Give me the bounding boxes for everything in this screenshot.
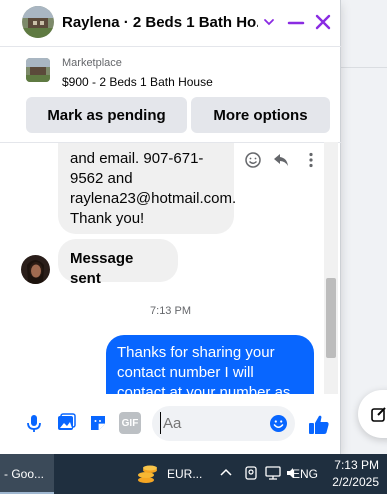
more-vertical-icon[interactable] xyxy=(302,151,320,169)
incoming-message[interactable]: and email. 907-671-9562 and raylena23@ho… xyxy=(58,143,236,234)
taskbar-widget-label[interactable]: EUR... xyxy=(167,467,202,481)
mark-as-pending-button[interactable]: Mark as pending xyxy=(26,97,187,133)
clock-time[interactable]: 7:13 PM xyxy=(329,458,379,472)
close-icon[interactable] xyxy=(312,11,334,33)
image-icon[interactable] xyxy=(55,412,77,434)
message-input-container xyxy=(152,406,295,441)
microphone-icon[interactable] xyxy=(23,412,45,434)
message-timestamp: 7:13 PM xyxy=(150,305,191,317)
gif-icon[interactable]: GIF xyxy=(119,412,141,434)
language-indicator[interactable]: ENG xyxy=(292,467,318,481)
network-icon[interactable] xyxy=(264,465,282,481)
chat-header: Raylena · 2 Beds 1 Bath Ho... xyxy=(0,0,341,47)
reply-icon[interactable] xyxy=(272,151,290,169)
clock-date[interactable]: 2/2/2025 xyxy=(329,475,379,489)
chat-window: Raylena · 2 Beds 1 Bath Ho... Marketplac… xyxy=(0,0,341,454)
react-emoji-icon[interactable] xyxy=(244,151,262,169)
message-thread: and email. 907-671-9562 and raylena23@ho… xyxy=(0,142,341,394)
thumbs-up-icon[interactable] xyxy=(307,413,331,437)
currency-icon[interactable] xyxy=(136,462,160,486)
avatar[interactable] xyxy=(21,255,50,284)
outgoing-message[interactable]: Thanks for sharing your contact number I… xyxy=(106,335,314,394)
taskbar: - Goo... EUR... ENG 7:13 PM 2/2/2025 xyxy=(0,454,387,494)
chat-title[interactable]: Raylena · 2 Beds 1 Bath Ho... xyxy=(62,14,258,31)
more-options-button[interactable]: More options xyxy=(191,97,330,133)
minimize-icon[interactable] xyxy=(285,12,307,34)
taskbar-app-button[interactable]: - Goo... xyxy=(0,454,54,494)
listing-thumbnail xyxy=(26,58,50,82)
listing-title: $900 - 2 Beds 1 Bath House xyxy=(62,75,213,89)
background-divider xyxy=(341,67,387,68)
chevron-up-icon[interactable] xyxy=(219,466,233,480)
chevron-down-icon[interactable] xyxy=(261,14,277,30)
sticker-icon[interactable] xyxy=(87,412,109,434)
compose-icon xyxy=(371,407,386,422)
scrollbar-thumb[interactable] xyxy=(326,278,336,358)
emoji-icon[interactable] xyxy=(269,414,288,433)
message-input[interactable] xyxy=(160,412,260,434)
marketplace-listing[interactable]: Marketplace $900 - 2 Beds 1 Bath House xyxy=(0,47,341,99)
camera-icon[interactable] xyxy=(243,465,259,481)
house-photo[interactable] xyxy=(22,6,54,38)
listing-source: Marketplace xyxy=(62,57,122,69)
incoming-message[interactable]: Message sent xyxy=(58,239,178,287)
message-actions xyxy=(244,151,320,169)
